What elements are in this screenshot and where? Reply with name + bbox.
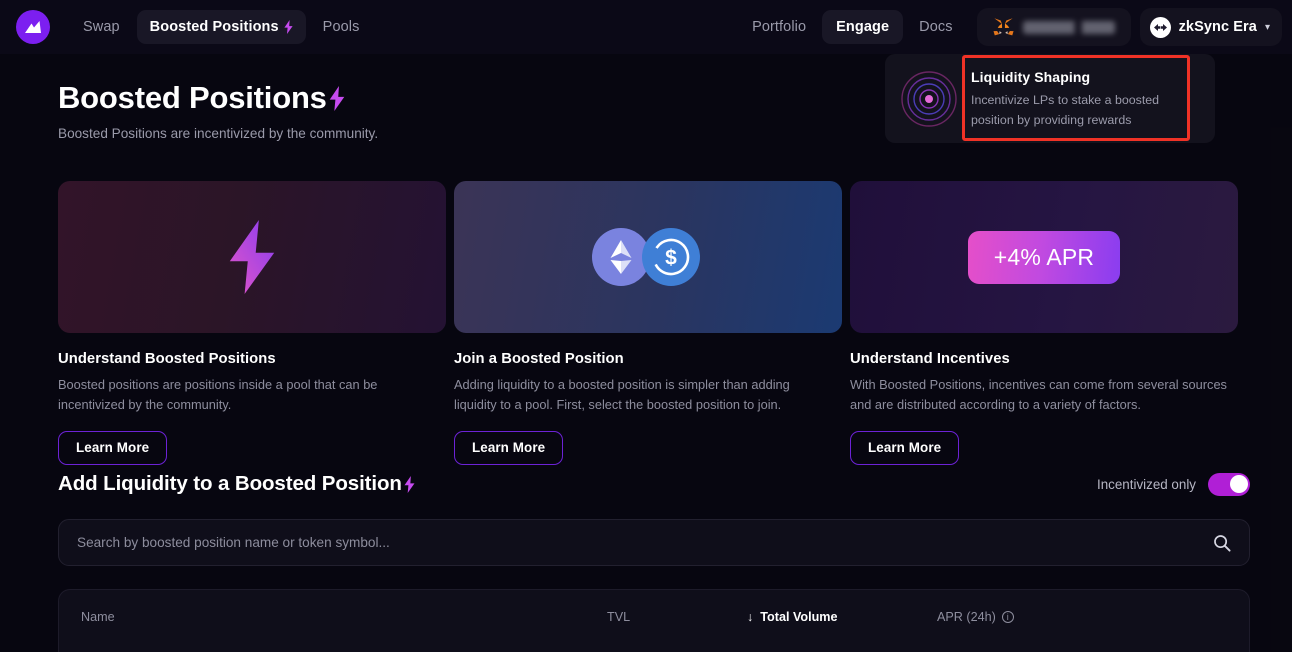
card-title: Understand Incentives: [850, 351, 1238, 367]
nav-item-boosted-positions-label: Boosted Positions: [150, 19, 279, 35]
top-navigation-bar: Swap Boosted Positions Pools Portfolio E…: [0, 0, 1292, 54]
usdc-token-icon: $: [642, 228, 700, 286]
nav-item-swap[interactable]: Swap: [70, 10, 133, 44]
zksync-icon: [1150, 17, 1171, 38]
info-card-list: Understand Boosted Positions Boosted pos…: [58, 181, 1238, 465]
secondary-nav: Portfolio Engage Docs: [738, 8, 1284, 46]
network-selector[interactable]: zkSync Era ▾: [1140, 8, 1282, 46]
info-card-join-boosted-position: $ Join a Boosted Position Adding liquidi…: [454, 181, 842, 465]
chevron-down-icon: ▾: [1265, 22, 1270, 33]
info-card-understand-incentives: +4% APR Understand Incentives With Boost…: [850, 181, 1238, 465]
table-header-row: Name TVL ↓ Total Volume APR (24h) i: [59, 590, 1249, 644]
wallet-button[interactable]: [977, 8, 1131, 46]
metamask-fox-icon: [993, 17, 1014, 37]
page-title-text: Boosted Positions: [58, 80, 327, 116]
card-description: With Boosted Positions, incentives can c…: [850, 375, 1230, 415]
incentivized-only-label: Incentivized only: [1097, 477, 1196, 492]
nav-item-docs[interactable]: Docs: [905, 10, 966, 44]
card-description: Adding liquidity to a boosted position i…: [454, 375, 834, 415]
svg-text:$: $: [665, 247, 677, 270]
primary-nav: Swap Boosted Positions Pools: [70, 10, 372, 44]
column-header-apr-label: APR (24h): [937, 610, 996, 624]
eth-usdc-token-pair-icon: $: [592, 228, 704, 286]
bolt-icon: [404, 476, 415, 493]
card-title: Understand Boosted Positions: [58, 351, 446, 367]
incentivized-only-toggle[interactable]: [1208, 473, 1250, 496]
promo-text-block: Liquidity Shaping Incentivize LPs to sta…: [971, 67, 1167, 129]
column-header-total-volume-label: Total Volume: [760, 610, 837, 624]
promo-description: Incentivize LPs to stake a boosted posit…: [971, 91, 1167, 129]
learn-more-button[interactable]: Learn More: [850, 431, 959, 465]
incentivized-only-control: Incentivized only: [1097, 473, 1250, 496]
app-logo[interactable]: [16, 10, 50, 44]
nav-item-engage-label: Engage: [836, 19, 889, 35]
network-name: zkSync Era: [1179, 19, 1257, 35]
info-card-understand-boosted-positions: Understand Boosted Positions Boosted pos…: [58, 181, 446, 465]
chart-mountain-logo-icon: [24, 20, 42, 34]
nav-item-portfolio-label: Portfolio: [752, 19, 806, 35]
add-liquidity-section-header: Add Liquidity to a Boosted Position Ince…: [58, 472, 1250, 496]
nav-item-docs-label: Docs: [919, 19, 952, 35]
bolt-icon: [228, 220, 276, 294]
column-header-name[interactable]: Name: [81, 610, 607, 624]
column-header-apr[interactable]: APR (24h) i: [937, 610, 1014, 624]
zksync-glyph: [1154, 24, 1167, 31]
learn-more-button[interactable]: Learn More: [58, 431, 167, 465]
learn-more-button[interactable]: Learn More: [454, 431, 563, 465]
card-image-bolt: [58, 181, 446, 333]
wallet-address-blurred: [1023, 21, 1115, 34]
card-title: Join a Boosted Position: [454, 351, 842, 367]
apr-badge: +4% APR: [968, 231, 1121, 284]
liquidity-shaping-promo-card[interactable]: Liquidity Shaping Incentivize LPs to sta…: [885, 54, 1215, 143]
boosted-positions-table: Name TVL ↓ Total Volume APR (24h) i: [58, 589, 1250, 652]
page-subtitle: Boosted Positions are incentivized by th…: [58, 126, 378, 141]
nav-item-boosted-positions[interactable]: Boosted Positions: [137, 10, 306, 44]
column-header-total-volume[interactable]: ↓ Total Volume: [747, 610, 937, 624]
bolt-icon: [284, 20, 293, 34]
page-header: Boosted Positions Boosted Positions are …: [58, 80, 378, 141]
nav-item-pools-label: Pools: [323, 19, 360, 35]
card-image-token-pair: $: [454, 181, 842, 333]
nav-item-pools[interactable]: Pools: [310, 10, 373, 44]
column-header-tvl[interactable]: TVL: [607, 610, 747, 624]
bolt-icon: [329, 86, 345, 111]
nav-item-portfolio[interactable]: Portfolio: [738, 10, 820, 44]
ripple-rings-icon: [899, 69, 959, 129]
search-input[interactable]: [77, 535, 1213, 550]
search-bar[interactable]: [58, 519, 1250, 566]
info-icon[interactable]: i: [1002, 611, 1014, 623]
section-title: Add Liquidity to a Boosted Position: [58, 472, 415, 496]
page-title: Boosted Positions: [58, 80, 378, 116]
section-title-text: Add Liquidity to a Boosted Position: [58, 472, 402, 496]
card-description: Boosted positions are positions inside a…: [58, 375, 438, 415]
app-root: Swap Boosted Positions Pools Portfolio E…: [0, 0, 1292, 652]
nav-item-engage[interactable]: Engage: [822, 10, 903, 44]
promo-title: Liquidity Shaping: [971, 69, 1167, 85]
nav-item-swap-label: Swap: [83, 19, 120, 35]
card-image-apr: +4% APR: [850, 181, 1238, 333]
search-icon[interactable]: [1213, 534, 1231, 552]
sort-descending-icon: ↓: [747, 610, 753, 624]
